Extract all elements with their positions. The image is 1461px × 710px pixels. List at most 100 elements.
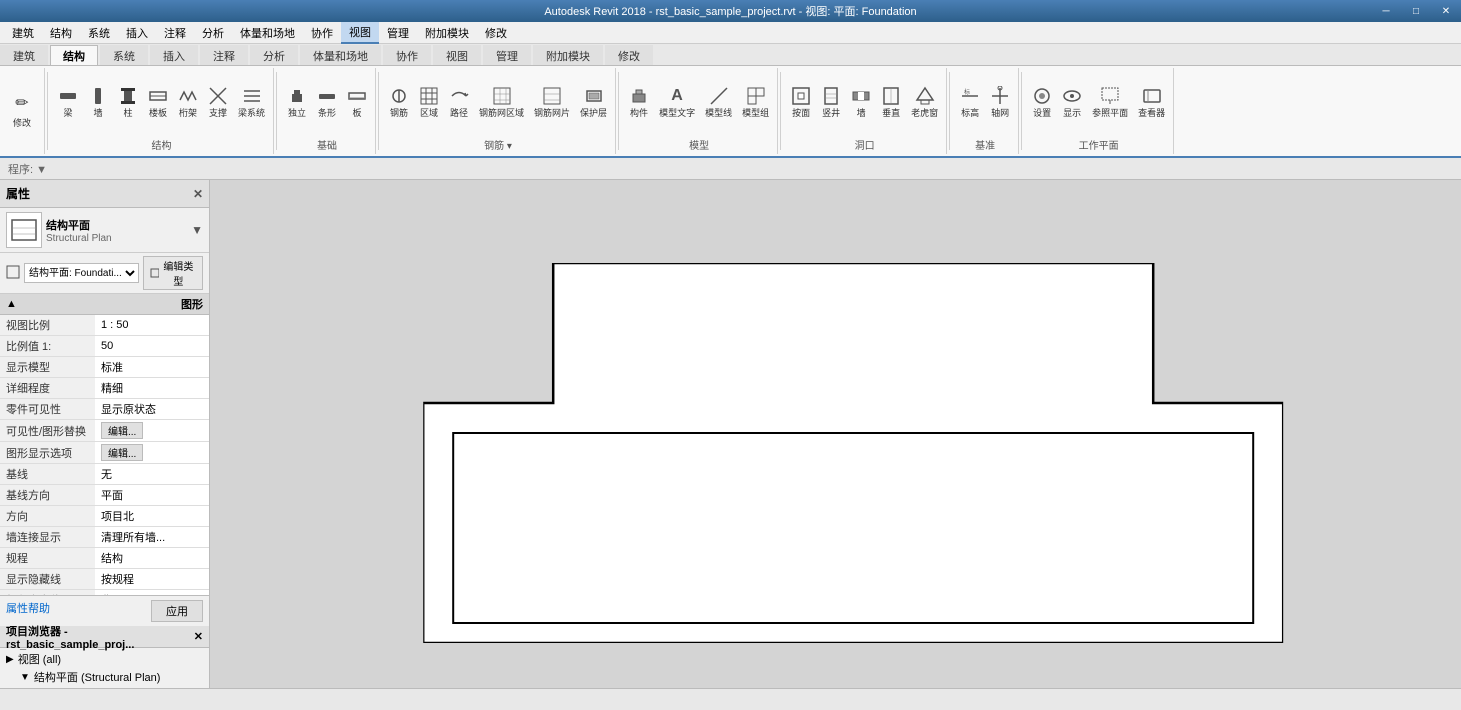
menu-item-xiugai[interactable]: 修改 (477, 23, 515, 43)
ribbon-group-modify: ✏ 修改 (0, 68, 45, 154)
properties-close-button[interactable]: ✕ (193, 187, 203, 201)
ribbon-btn-rebar[interactable]: 钢筋 (385, 84, 413, 121)
ribbon-tab-jianzhu[interactable]: 建筑 (0, 45, 48, 65)
ribbon-btn-brace[interactable]: 支撑 (204, 84, 232, 121)
ribbon-btn-show[interactable]: 显示 (1058, 84, 1086, 121)
ribbon-btn-grid[interactable]: 轴网 (986, 84, 1014, 121)
menu-item-shitu[interactable]: 视图 (341, 22, 379, 44)
ribbon-tab-fujiamokuai[interactable]: 附加模块 (533, 45, 603, 65)
ribbon-btn-model-group[interactable]: 模型组 (738, 84, 773, 121)
floor-icon (148, 86, 168, 106)
menu-item-zhushi[interactable]: 注释 (156, 23, 194, 43)
ribbon-btn-component[interactable]: 构件 (625, 84, 653, 121)
properties-help-link[interactable]: 属性帮助 (6, 600, 50, 622)
prop-name: 图形显示选项 (0, 442, 95, 464)
ribbon-tab-jiegou[interactable]: 结构 (50, 45, 98, 65)
ribbon-group-items-opening: 按面 竖井 墙 垂直 (787, 70, 942, 135)
status-bar (0, 688, 1461, 710)
tree-item-structural-plan[interactable]: ▼ 结构平面 (Structural Plan) (6, 668, 203, 686)
apply-button[interactable]: 应用 (151, 600, 203, 622)
ribbon-btn-wall[interactable]: 墙 (84, 84, 112, 121)
ribbon-btn-column[interactable]: 柱 (114, 84, 142, 121)
properties-header: 属性 ✕ (0, 180, 209, 208)
ribbon-btn-wall-opening[interactable]: 墙 (847, 84, 875, 121)
prop-value: 项目北 (95, 506, 209, 527)
prop-name: 显示模型 (0, 357, 95, 378)
ribbon-btn-cover[interactable]: 保护层 (576, 84, 611, 121)
close-button[interactable]: ✕ (1431, 0, 1461, 22)
ribbon-btn-model-text[interactable]: A 模型文字 (655, 84, 699, 121)
prop-name: 基线 (0, 464, 95, 485)
ribbon-btn-byface[interactable]: 按面 (787, 84, 815, 121)
prop-name: 可见性/图形替换 (0, 420, 95, 442)
menu-item-xitong[interactable]: 系统 (80, 23, 118, 43)
ribbon-group-workplane: 设置 显示 参照平面 (1024, 68, 1174, 154)
project-browser-title: 项目浏览器 - rst_basic_sample_proj... (6, 623, 194, 651)
ribbon-btn-dormer[interactable]: 老虎窗 (907, 84, 942, 121)
ribbon-btn-strip[interactable]: 条形 (313, 84, 341, 121)
project-browser-close[interactable]: ✕ (194, 630, 203, 643)
menu-item-fenxi[interactable]: 分析 (194, 23, 232, 43)
menu-item-fujiamokuai[interactable]: 附加模块 (417, 23, 477, 43)
ribbon-tab-guanli[interactable]: 管理 (483, 45, 531, 65)
ribbon-btn-beam[interactable]: 梁 (54, 84, 82, 121)
ribbon-btn-rebar-path[interactable]: 路径 (445, 84, 473, 121)
ribbon-btn-vertical[interactable]: 垂直 (877, 84, 905, 121)
ribbon-btn-set[interactable]: 设置 (1028, 84, 1056, 121)
ribbon-tab-fenxi[interactable]: 分析 (250, 45, 298, 65)
ribbon-btn-level[interactable]: 标 标高 (956, 84, 984, 121)
ribbon-tab-charu[interactable]: 插入 (150, 45, 198, 65)
menu-item-jiegou[interactable]: 结构 (42, 23, 80, 43)
menu-item-jianzhu[interactable]: 建筑 (4, 23, 42, 43)
ribbon-group-label-foundation: 基础 (317, 135, 337, 152)
ribbon-btn-mesh-area[interactable]: 钢筋网区域 (475, 84, 528, 121)
canvas-area[interactable] (210, 180, 1461, 688)
ribbon-group-datum: 标 标高 轴网 基准 (952, 68, 1019, 154)
prop-value: 显示原状态 (95, 399, 209, 420)
ribbon-btn-model-line[interactable]: 模型线 (701, 84, 736, 121)
edit-type-button[interactable]: 编辑类型 (143, 256, 203, 290)
prop-value: 标准 (95, 357, 209, 378)
tree-item-views[interactable]: ▶ 视图 (all) (6, 650, 203, 668)
ribbon-group-items-modify: ✏ 修改 (4, 70, 40, 150)
section-arrow: ▲ (6, 298, 17, 310)
ribbon-btn-slab[interactable]: 板 (343, 84, 371, 121)
beam-icon (58, 86, 78, 106)
properties-footer: 属性帮助 应用 (0, 595, 209, 626)
ribbon-btn-modify[interactable]: ✏ 修改 (4, 88, 40, 132)
divider-4 (618, 72, 619, 150)
ribbon-btn-shaft[interactable]: 竖井 (817, 84, 845, 121)
maximize-button[interactable]: □ (1401, 0, 1431, 22)
model-text-icon: A (667, 86, 687, 106)
ribbon-tab-tiliang[interactable]: 体量和场地 (300, 45, 381, 65)
ribbon-btn-beam-system[interactable]: 梁系统 (234, 84, 269, 121)
properties-table: 视图比例1 : 50比例值 1:50显示模型标准详细程度精细零件可见性显示原状态… (0, 315, 209, 595)
menu-item-tiliang[interactable]: 体量和场地 (232, 23, 303, 43)
beam-system-icon (242, 86, 262, 106)
prop-name: 墙连接显示 (0, 527, 95, 548)
ribbon-btn-viewer[interactable]: 查看器 (1134, 84, 1169, 121)
ribbon-btn-rebar-area[interactable]: 区域 (415, 84, 443, 121)
isolated-icon (287, 86, 307, 106)
ribbon-tab-hezuo[interactable]: 协作 (383, 45, 431, 65)
ribbon-btn-isolated[interactable]: 独立 (283, 84, 311, 121)
minimize-button[interactable]: ─ (1371, 0, 1401, 22)
ribbon-group-items-structure: 梁 墙 柱 楼板 (54, 70, 269, 135)
ribbon-btn-floor[interactable]: 楼板 (144, 84, 172, 121)
view-type-dropdown[interactable]: ▼ (191, 223, 203, 237)
ribbon-tab-shitu[interactable]: 视图 (433, 45, 481, 65)
menu-item-hezuo[interactable]: 协作 (303, 23, 341, 43)
ribbon-tab-xiugai[interactable]: 修改 (605, 45, 653, 65)
ribbon-btn-truss[interactable]: 桁架 (174, 84, 202, 121)
ribbon-btn-ref-plane[interactable]: 参照平面 (1088, 84, 1132, 121)
menu-item-charu[interactable]: 插入 (118, 23, 156, 43)
ribbon-tab-xitong[interactable]: 系统 (100, 45, 148, 65)
ribbon-btn-mesh-sheet[interactable]: 钢筋网片 (530, 84, 574, 121)
divider-5 (780, 72, 781, 150)
view-filter-select[interactable]: 结构平面: Foundati... (24, 263, 139, 283)
menu-item-guanli[interactable]: 管理 (379, 23, 417, 43)
project-browser-content: ▶ 视图 (all) ▼ 结构平面 (Structural Plan) (0, 648, 209, 688)
prop-value: 清理所有墙... (95, 527, 209, 548)
ribbon-tab-zhushi[interactable]: 注释 (200, 45, 248, 65)
view-type-name-row: 结构平面 Structural Plan (46, 217, 187, 244)
